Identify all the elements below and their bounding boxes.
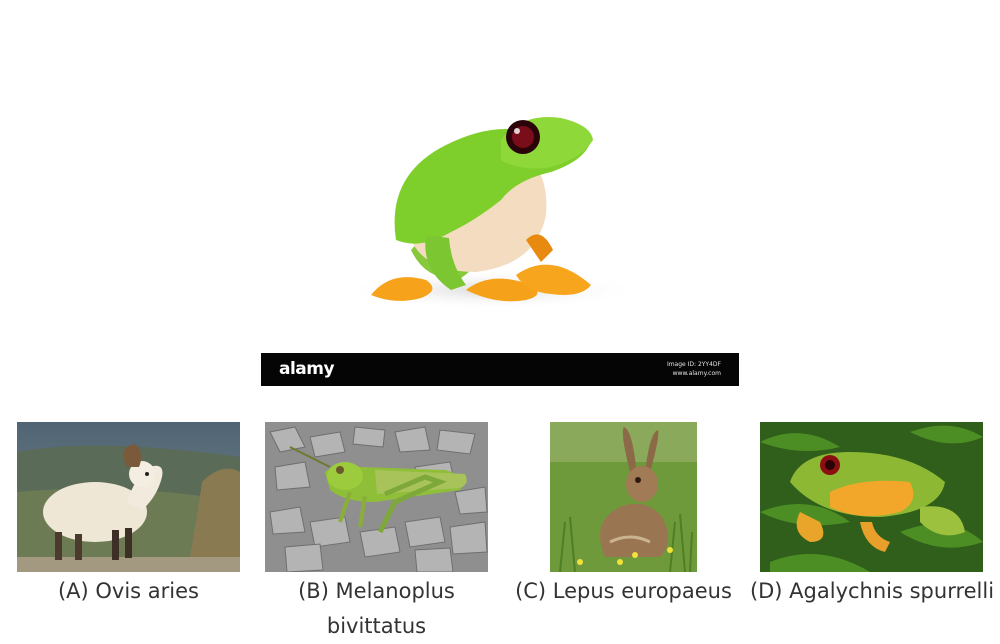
option-a-label: (A) Ovis aries	[57, 579, 200, 603]
option-b-label: (B) Melanoplus bivittatus	[265, 574, 488, 644]
option-b-label-line1: (B) Melanoplus	[298, 579, 455, 603]
watermark-logo: alamy	[279, 359, 335, 379]
watermark-image-id: Image ID: 2YY4DF	[666, 361, 721, 368]
option-b-image[interactable]	[265, 422, 488, 572]
option-b-label-line2: bivittatus	[326, 614, 427, 638]
option-a-image[interactable]	[17, 422, 240, 572]
option-d-image[interactable]	[760, 422, 983, 572]
watermark-bar: alamy Image ID: 2YY4DF www.alamy.com	[261, 353, 739, 386]
main-frog-image: alamy Image ID: 2YY4DF www.alamy.com	[261, 0, 739, 386]
option-d-label: (D) Agalychnis spurrelli	[749, 579, 995, 603]
option-c-label: (C) Lepus europaeus	[515, 579, 732, 603]
option-c-image[interactable]	[550, 422, 697, 572]
watermark-url: www.alamy.com	[672, 370, 721, 377]
